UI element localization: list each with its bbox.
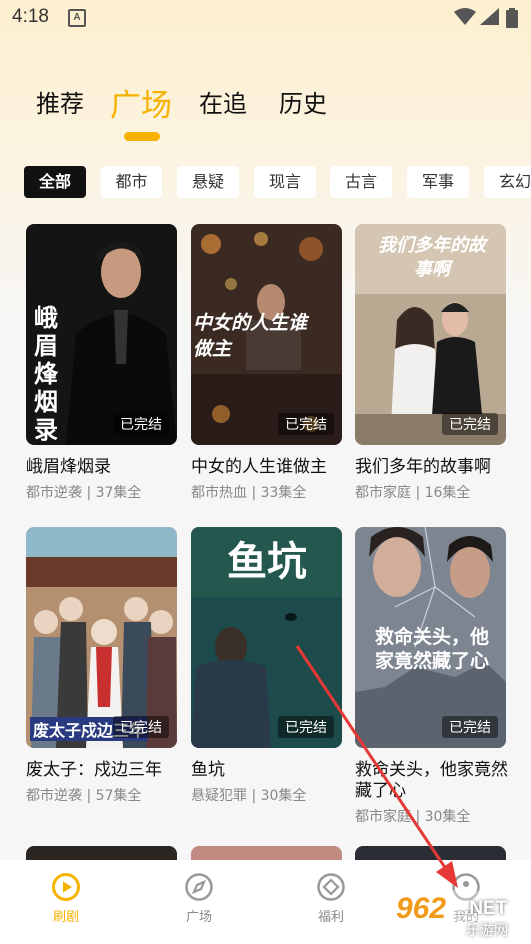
nav-watch[interactable]: 刷剧 xyxy=(36,872,96,925)
drama-meta: 都市热血 | 33集全 xyxy=(191,485,307,501)
drama-title[interactable]: 废太子：戍边三年 xyxy=(26,760,177,781)
nav-label: 广场 xyxy=(185,910,212,925)
drama-poster[interactable]: 峨眉烽烟录 已完结 xyxy=(26,224,177,445)
compass-icon xyxy=(185,873,213,901)
drama-meta: 都市家庭 | 16集全 xyxy=(355,485,471,501)
poster-title: 救命关头，他家竟然藏了心 xyxy=(374,626,489,672)
completed-badge: 已完结 xyxy=(278,716,334,738)
category-filters: 全部 都市 悬疑 现言 古言 军事 玄幻 xyxy=(24,166,531,198)
drama-meta: 都市家庭 | 30集全 xyxy=(355,809,471,825)
drama-title[interactable]: 峨眉烽烟录 xyxy=(26,457,177,478)
tab-recommend[interactable]: 推荐 xyxy=(36,84,84,119)
drama-meta: 都市逆袭 | 57集全 xyxy=(26,788,142,804)
completed-badge: 已完结 xyxy=(113,413,169,435)
wifi-icon xyxy=(454,8,476,25)
play-icon xyxy=(52,873,80,901)
completed-badge: 已完结 xyxy=(442,413,498,435)
watermark-number: 962 xyxy=(396,892,447,925)
filter-urban[interactable]: 都市 xyxy=(101,166,162,198)
notification-a-icon: A xyxy=(68,9,86,27)
nav-label: 福利 xyxy=(317,910,344,925)
filter-military[interactable]: 军事 xyxy=(407,166,469,198)
nav-label: 刷剧 xyxy=(52,910,79,925)
poster-title: 鱼坑 xyxy=(227,538,307,585)
nav-benefits[interactable]: 福利 xyxy=(301,872,361,925)
drama-poster[interactable]: 废太子戍边三年 已完结 xyxy=(26,527,177,748)
signal-icon xyxy=(480,8,499,25)
completed-badge: 已完结 xyxy=(442,716,498,738)
drama-title[interactable]: 我们多年的故事啊 xyxy=(355,457,506,478)
drama-title[interactable]: 救命关头，他家竟然藏了心 xyxy=(355,760,515,802)
site-watermark: 962 .NET 乐游网 xyxy=(392,888,528,940)
drama-card[interactable]: 我们多年的故事啊 已完结 我们多年的故事啊 都市家庭 | 16集全 xyxy=(355,224,506,502)
tab-indicator xyxy=(124,132,160,141)
filter-modern-romance[interactable]: 现言 xyxy=(254,166,316,198)
battery-icon xyxy=(506,8,518,28)
completed-badge: 已完结 xyxy=(278,413,334,435)
drama-card[interactable]: 废太子戍边三年 已完结 废太子：戍边三年 都市逆袭 | 57集全 xyxy=(26,527,177,805)
drama-title[interactable]: 鱼坑 xyxy=(191,760,342,781)
poster-title: 我们多年的故事啊 xyxy=(378,235,486,280)
completed-badge: 已完结 xyxy=(113,716,169,738)
drama-poster[interactable]: 中女的人生谁做主 已完结 xyxy=(191,224,342,445)
status-bar: 4:18 A xyxy=(0,0,531,36)
drama-poster[interactable]: 鱼坑 已完结 xyxy=(191,527,342,748)
poster-image xyxy=(26,527,177,748)
drama-card[interactable]: 峨眉烽烟录 已完结 峨眉烽烟录 都市逆袭 | 37集全 xyxy=(26,224,177,502)
drama-card[interactable]: 鱼坑 已完结 鱼坑 悬疑犯罪 | 30集全 xyxy=(191,527,342,805)
drama-meta: 悬疑犯罪 | 30集全 xyxy=(191,788,307,804)
filter-fantasy[interactable]: 玄幻 xyxy=(484,166,531,198)
watermark-site: 乐游网 xyxy=(466,923,508,939)
tab-plaza[interactable]: 广场 xyxy=(110,80,172,125)
status-time: 4:18 xyxy=(12,6,49,27)
drama-poster[interactable]: 我们多年的故事啊 已完结 xyxy=(355,224,506,445)
filter-all[interactable]: 全部 xyxy=(24,166,86,198)
poster-title: 峨眉烽烟录 xyxy=(34,304,58,444)
gift-icon xyxy=(317,873,345,901)
poster-title: 中女的人生谁做主 xyxy=(193,312,308,360)
filter-ancient-romance[interactable]: 古言 xyxy=(330,166,392,198)
nav-plaza[interactable]: 广场 xyxy=(169,872,229,925)
tab-following[interactable]: 在追 xyxy=(199,84,247,119)
tab-history[interactable]: 历史 xyxy=(279,84,327,119)
drama-card[interactable]: 救命关头，他家竟然藏了心 已完结 救命关头，他家竟然藏了心 都市家庭 | 30集… xyxy=(355,527,508,826)
filter-suspense[interactable]: 悬疑 xyxy=(177,166,239,198)
drama-poster[interactable]: 救命关头，他家竟然藏了心 已完结 xyxy=(355,527,506,748)
watermark-suffix: .NET xyxy=(464,898,508,919)
drama-title[interactable]: 中女的人生谁做主 xyxy=(191,457,342,478)
drama-card[interactable]: 中女的人生谁做主 已完结 中女的人生谁做主 都市热血 | 33集全 xyxy=(191,224,342,502)
drama-meta: 都市逆袭 | 37集全 xyxy=(26,485,142,501)
